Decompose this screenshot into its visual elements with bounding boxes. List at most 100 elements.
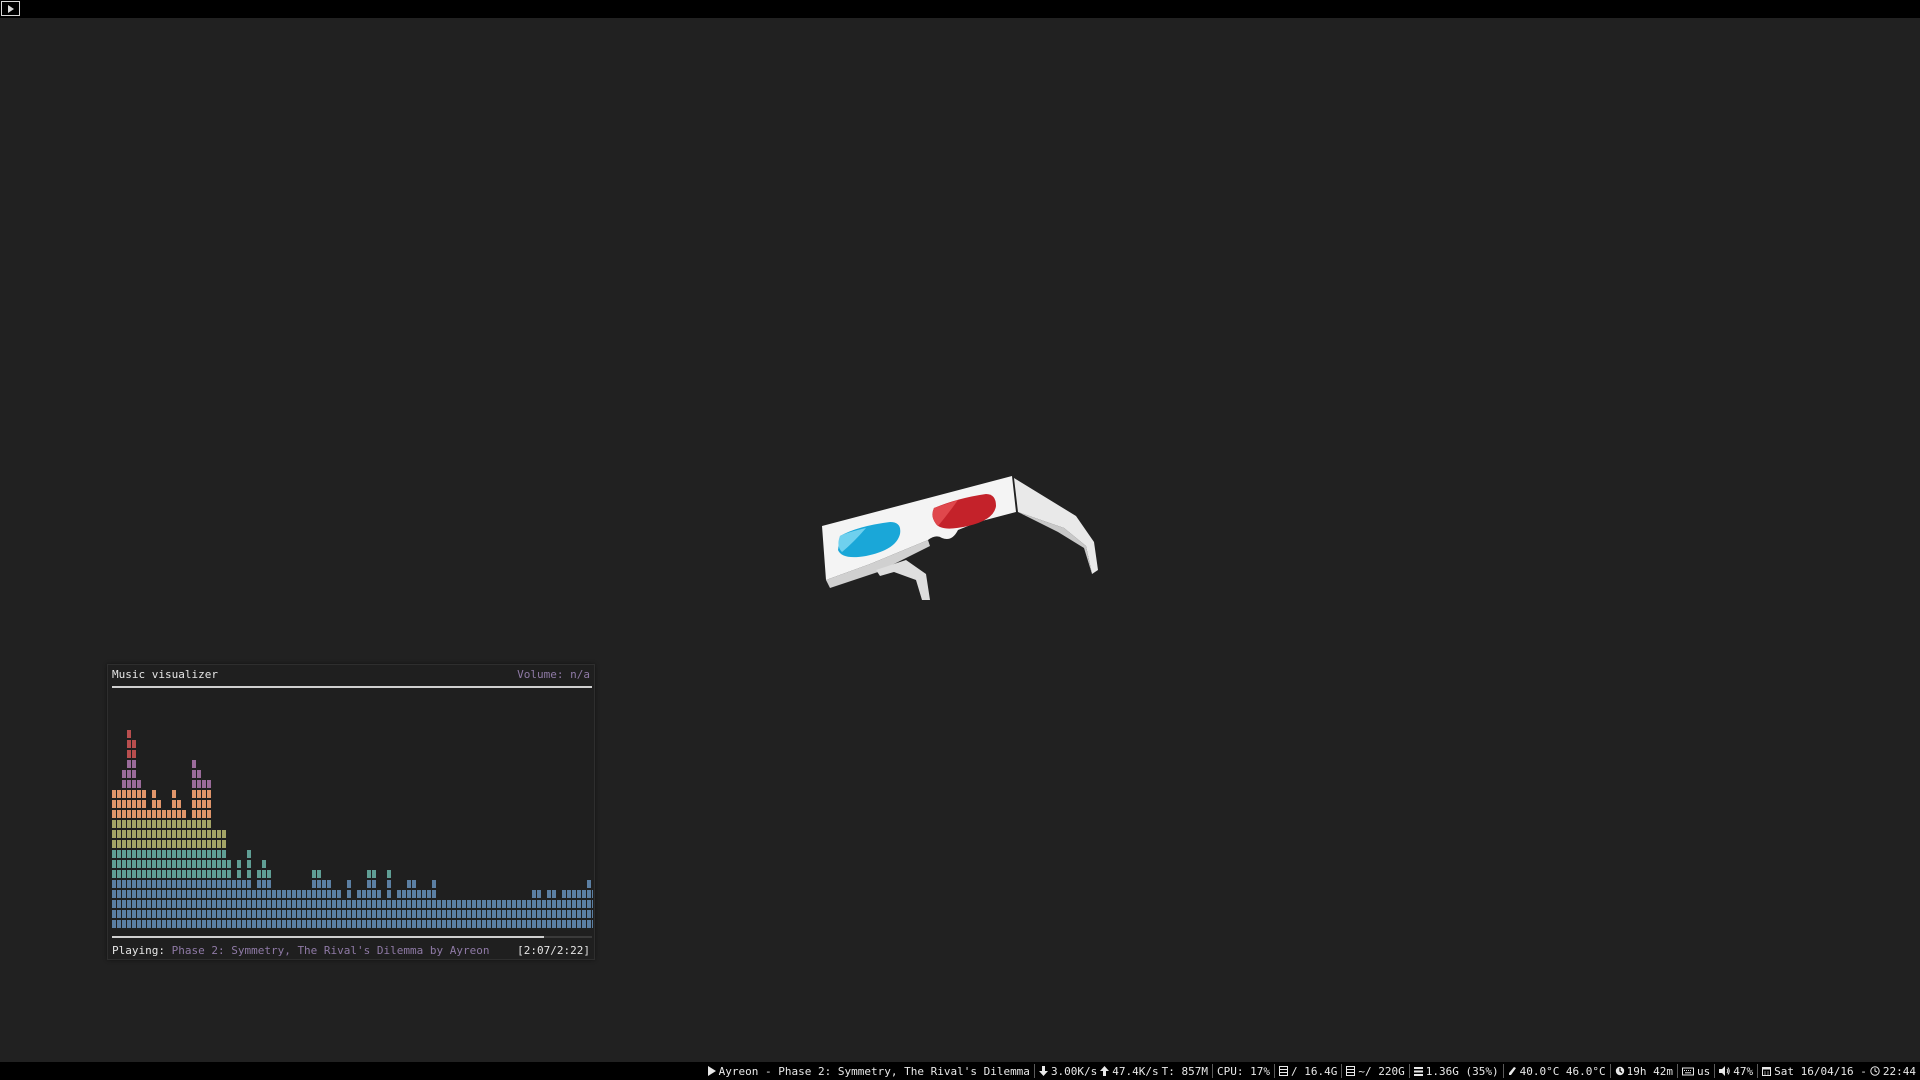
spectrum-bar: [532, 890, 536, 928]
spectrum-bar: [492, 900, 496, 928]
spectrum-bar: [402, 890, 406, 928]
spectrum-bar: [432, 880, 436, 928]
progress-fill: [112, 936, 544, 938]
disk-icon: [1279, 1066, 1288, 1076]
spectrum-bar: [592, 890, 593, 928]
spectrum-bar: [287, 890, 291, 928]
playing-label: Playing:: [112, 944, 165, 957]
spectrum-bars: [112, 730, 593, 928]
spectrum-bar: [267, 870, 271, 928]
spectrum-bar: [557, 900, 561, 928]
spectrum-bar: [362, 890, 366, 928]
now-playing-segment[interactable]: Ayreon - Phase 2: Symmetry, The Rival's …: [703, 1064, 1034, 1078]
disk-icon: [1346, 1066, 1356, 1076]
spectrum-bar: [252, 890, 256, 928]
spectrum-bar: [157, 800, 161, 928]
spectrum-bar: [232, 880, 236, 928]
spectrum-bar: [587, 880, 591, 928]
spectrum-bar: [212, 830, 216, 928]
temperature-segment: 40.0°C 46.0°C: [1502, 1064, 1610, 1078]
speaker-icon: [1719, 1066, 1731, 1076]
spectrum-bar: [562, 890, 566, 928]
spectrum-bar: [382, 900, 386, 928]
date-segment: Sat 16/04/16 - 22:44: [1757, 1064, 1920, 1078]
spectrum-bar: [347, 880, 351, 928]
spectrum-bar: [182, 810, 186, 928]
date: Sat 16/04/16 -: [1774, 1064, 1867, 1078]
spectrum-bar: [427, 890, 431, 928]
spectrum-bar: [507, 900, 511, 928]
disk-root-segment: / 16.4G: [1274, 1064, 1341, 1078]
anaglyph-glasses-wallpaper: [822, 476, 1098, 600]
spectrum-bar: [207, 780, 211, 928]
spectrum-bar: [217, 830, 221, 928]
spectrum-bar: [147, 810, 151, 928]
spectrum-bar: [152, 790, 156, 928]
spectrum-bar: [247, 850, 251, 928]
spectrum-bar: [392, 900, 396, 928]
spectrum-bar: [547, 890, 551, 928]
keyboard-segment[interactable]: us: [1677, 1064, 1714, 1078]
uptime-segment: 19h 42m: [1609, 1064, 1677, 1078]
spectrum-bar: [552, 890, 556, 928]
spectrum-bar: [372, 870, 376, 928]
spectrum-bar: [422, 890, 426, 928]
title-separator: [112, 686, 592, 688]
spectrum-bar: [277, 890, 281, 928]
spectrum-bar: [412, 880, 416, 928]
disk-home-segment: ~/ 220G: [1341, 1064, 1408, 1078]
volume-segment[interactable]: 47%: [1714, 1064, 1757, 1078]
cpu-usage: CPU: 17%: [1217, 1064, 1270, 1078]
spectrum-bar: [142, 790, 146, 928]
spectrum-bar: [567, 890, 571, 928]
spectrum-bar: [257, 870, 261, 928]
spectrum-bar: [337, 890, 341, 928]
spectrum-bar: [542, 900, 546, 928]
spectrum-bar: [317, 870, 321, 928]
spectrum-bar: [357, 890, 361, 928]
disk-home: ~/ 220G: [1358, 1064, 1405, 1078]
spectrum-bar: [227, 860, 231, 928]
spectrum-bar: [417, 890, 421, 928]
spectrum-bar: [237, 860, 241, 928]
spectrum-bar: [397, 890, 401, 928]
calendar-icon: [1762, 1066, 1772, 1076]
spectrum-bar: [332, 890, 336, 928]
spectrum-bar: [127, 730, 131, 928]
spectrum-bar: [477, 900, 481, 928]
progress-bar[interactable]: [112, 936, 592, 938]
spectrum-bar: [437, 900, 441, 928]
spectrum-bar: [377, 890, 381, 928]
spectrum-bar: [342, 900, 346, 928]
uptime: 19h 42m: [1626, 1064, 1674, 1078]
spectrum-bar: [387, 870, 391, 928]
spectrum-bar: [442, 900, 446, 928]
thermometer-icon: [1508, 1066, 1517, 1076]
spectrum-bar: [577, 890, 581, 928]
spectrum-bar: [527, 900, 531, 928]
spectrum-bar: [487, 900, 491, 928]
net-down: 3.00K/s: [1050, 1064, 1098, 1078]
spectrum-bar: [202, 780, 206, 928]
spectrum-bar: [117, 790, 121, 928]
spectrum-bar: [137, 780, 141, 928]
clock-icon: [1870, 1066, 1880, 1076]
now-playing-text: Ayreon - Phase 2: Symmetry, The Rival's …: [718, 1064, 1030, 1078]
spectrum-bar: [122, 770, 126, 928]
spectrum-bar: [352, 900, 356, 928]
temperature: 40.0°C 46.0°C: [1519, 1064, 1606, 1078]
music-visualizer-window[interactable]: Music visualizer Volume: n/a Playing: Ph…: [107, 664, 595, 960]
track-time: [2:07/2:22]: [517, 944, 590, 957]
spectrum-bar: [262, 860, 266, 928]
spectrum-bar: [322, 880, 326, 928]
spectrum-bar: [497, 900, 501, 928]
arrow-down-icon: [1038, 1066, 1048, 1076]
spectrum-bar: [467, 900, 471, 928]
spectrum-bar: [177, 800, 181, 928]
workspace-indicator[interactable]: [1, 1, 20, 16]
memory-usage: 1.36G (35%): [1425, 1064, 1499, 1078]
memory-segment: 1.36G (35%): [1408, 1064, 1503, 1078]
spectrum-bar: [162, 810, 166, 928]
spectrum-bar: [517, 900, 521, 928]
spectrum-bar: [132, 740, 136, 928]
